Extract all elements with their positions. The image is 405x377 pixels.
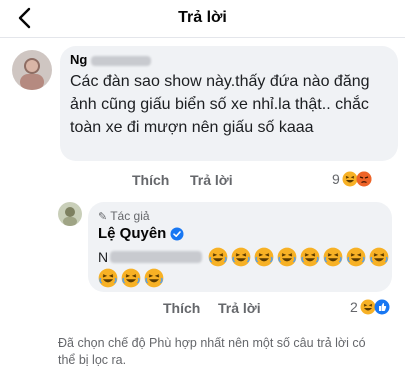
comment-bubble: Ng Các đàn sao show này.thấy đứa nào đăn…: [60, 46, 398, 161]
reply-author[interactable]: Lệ Quyên: [98, 225, 184, 242]
like-button[interactable]: Thích: [163, 300, 200, 316]
blurred-name: [91, 55, 152, 66]
haha-icon: [121, 268, 141, 288]
comment-author[interactable]: Ng: [70, 52, 152, 67]
reaction-count: 9: [332, 171, 340, 187]
haha-icon: [208, 247, 228, 267]
page-title: Trả lời: [178, 9, 227, 26]
author-badge: ✎ Tác giả: [98, 209, 150, 223]
author-avatar[interactable]: [58, 202, 82, 226]
reaction-summary[interactable]: 9: [332, 171, 372, 187]
reply-button[interactable]: Trả lời: [218, 300, 261, 316]
haha-icon: [346, 247, 366, 267]
haha-icon: [369, 247, 389, 267]
angry-icon: [356, 171, 372, 187]
like-icon: [374, 299, 390, 315]
blurred-mention: [110, 251, 203, 263]
reply-button[interactable]: Trả lời: [190, 172, 233, 188]
verified-icon: [170, 227, 184, 241]
haha-icon: [277, 247, 297, 267]
reaction-count: 2: [350, 299, 358, 315]
haha-icon: [254, 247, 274, 267]
reply-text-line: [98, 268, 167, 288]
haha-icon: [323, 247, 343, 267]
haha-icon: [98, 268, 118, 288]
haha-icon: [144, 268, 164, 288]
reaction-summary[interactable]: 2: [350, 299, 390, 315]
haha-icon: [231, 247, 251, 267]
pen-icon: ✎: [98, 210, 108, 223]
avatar[interactable]: [12, 50, 52, 90]
comment-text: Các đàn sao show này.thấy đứa nào đăng ả…: [70, 73, 370, 136]
haha-icon: [300, 247, 320, 267]
reply-bubble: ✎ Tác giả Lệ Quyên N: [88, 202, 392, 292]
like-button[interactable]: Thích: [132, 172, 169, 188]
reply-text-line: N: [98, 247, 392, 267]
filter-notice: Đã chọn chế độ Phù hợp nhất nên một số c…: [58, 336, 366, 367]
top-bar: Trả lời: [0, 0, 405, 38]
